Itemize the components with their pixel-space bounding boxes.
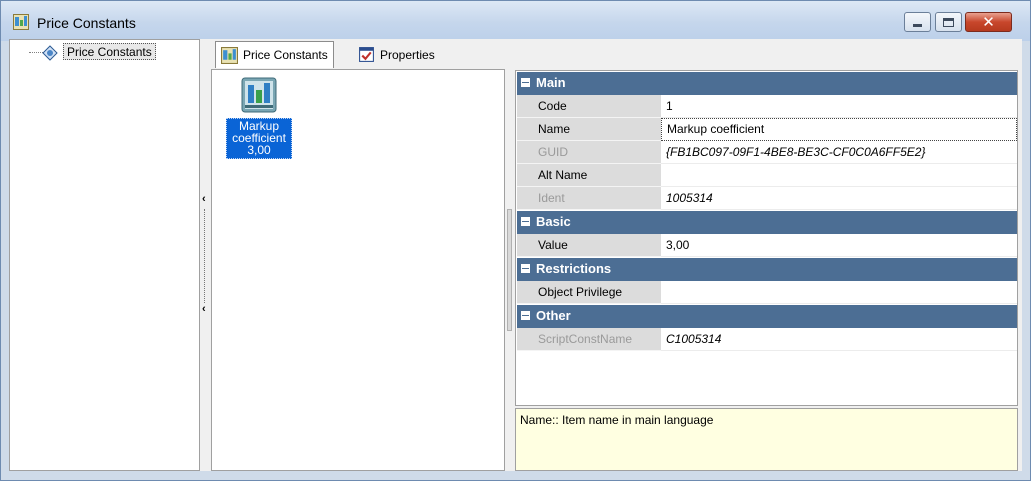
- left-splitter[interactable]: ‹ ‹: [200, 39, 211, 471]
- collapse-icon[interactable]: [521, 311, 530, 320]
- properties-icon: [359, 47, 374, 62]
- tab-properties[interactable]: Properties: [353, 41, 440, 68]
- minimize-icon: [913, 23, 922, 27]
- list-item[interactable]: Markup coefficient 3,00: [226, 75, 292, 159]
- title-bar[interactable]: Price Constants ✕: [1, 1, 1030, 41]
- category-restrictions[interactable]: Restrictions: [517, 258, 1017, 281]
- property-name: ScriptConstName: [517, 328, 661, 351]
- list-item-caption: Markup coefficient 3,00: [226, 118, 292, 159]
- tab-label: Price Constants: [243, 48, 328, 62]
- tree-node-icon: [42, 45, 58, 61]
- category-main[interactable]: Main: [517, 72, 1017, 95]
- tab-price-constants[interactable]: Price Constants: [215, 41, 334, 68]
- property-row-alt-name[interactable]: Alt Name: [517, 164, 1017, 187]
- property-row-value[interactable]: Value 3,00: [517, 234, 1017, 257]
- property-value[interactable]: [661, 281, 1017, 304]
- minimize-button[interactable]: [904, 12, 931, 32]
- main-window: Price Constants ✕ Price Constants ‹ ‹ Pr…: [0, 0, 1031, 481]
- property-name: Code: [517, 95, 661, 118]
- property-value: C1005314: [661, 328, 1017, 351]
- price-constants-icon: [221, 46, 238, 64]
- property-description: Name:: Item name in main language: [515, 408, 1018, 471]
- maximize-icon: [943, 17, 954, 27]
- close-icon: ✕: [982, 13, 995, 31]
- collapse-arrow-icon[interactable]: ‹: [202, 303, 206, 315]
- category-label: Other: [536, 308, 571, 323]
- tab-strip: Price Constants Properties: [215, 39, 1022, 68]
- client-area: Price Constants ‹ ‹ Price Constants Prop…: [9, 39, 1022, 471]
- description-text: Name:: Item name in main language: [520, 413, 714, 427]
- collapse-arrow-icon[interactable]: ‹: [202, 193, 206, 205]
- property-name: Value: [517, 234, 661, 257]
- splitter-grip[interactable]: [507, 209, 512, 331]
- price-constants-icon: [13, 14, 29, 30]
- close-button[interactable]: ✕: [965, 12, 1012, 32]
- middle-splitter[interactable]: [506, 69, 514, 471]
- property-row-code[interactable]: Code 1: [517, 95, 1017, 118]
- property-name: Object Privilege: [517, 281, 661, 304]
- collapse-icon[interactable]: [521, 217, 530, 226]
- category-other[interactable]: Other: [517, 305, 1017, 328]
- category-label: Restrictions: [536, 261, 612, 276]
- property-row-script-const-name[interactable]: ScriptConstName C1005314: [517, 328, 1017, 351]
- tab-label: Properties: [380, 47, 435, 62]
- property-row-guid[interactable]: GUID {FB1BC097-09F1-4BE8-BE3C-CF0C0A6FF5…: [517, 141, 1017, 164]
- tree-view[interactable]: Price Constants: [9, 39, 200, 471]
- list-item-value: 3,00: [247, 143, 271, 157]
- property-value[interactable]: 1: [661, 95, 1017, 118]
- collapse-icon[interactable]: [521, 264, 530, 273]
- item-list[interactable]: Markup coefficient 3,00: [211, 69, 505, 471]
- window-title: Price Constants: [37, 15, 136, 31]
- property-row-ident[interactable]: Ident 1005314: [517, 187, 1017, 210]
- property-value[interactable]: [661, 164, 1017, 187]
- property-row-name[interactable]: Name Markup coefficient: [517, 118, 1017, 141]
- property-name: Alt Name: [517, 164, 661, 187]
- property-name: GUID: [517, 141, 661, 164]
- property-value: 1005314: [661, 187, 1017, 210]
- property-value-input[interactable]: Markup coefficient: [661, 118, 1017, 141]
- tree-item-price-constants[interactable]: Price Constants: [63, 43, 156, 60]
- price-constant-icon: [241, 77, 277, 113]
- collapse-icon[interactable]: [521, 78, 530, 87]
- property-value[interactable]: 3,00: [661, 234, 1017, 257]
- property-row-object-privilege[interactable]: Object Privilege: [517, 281, 1017, 304]
- property-name: Ident: [517, 187, 661, 210]
- property-value: {FB1BC097-09F1-4BE8-BE3C-CF0C0A6FF5E2}: [661, 141, 1017, 164]
- maximize-button[interactable]: [935, 12, 962, 32]
- property-grid[interactable]: Main Code 1 Name Markup coefficient GUID…: [515, 70, 1018, 406]
- splitter-grip: [204, 209, 205, 303]
- category-label: Basic: [536, 214, 571, 229]
- category-basic[interactable]: Basic: [517, 211, 1017, 234]
- property-name: Name: [517, 118, 661, 141]
- category-label: Main: [536, 75, 566, 90]
